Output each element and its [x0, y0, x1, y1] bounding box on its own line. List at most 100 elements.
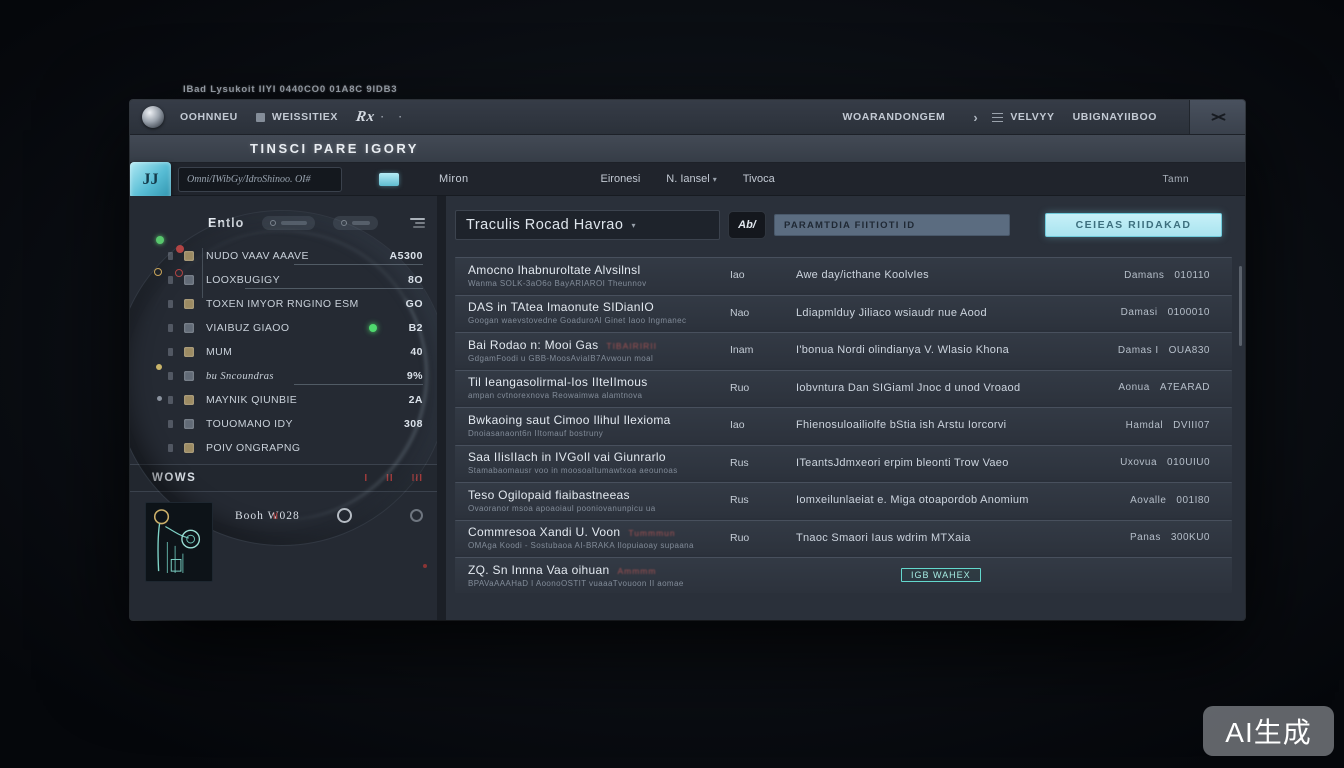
- row-desc: Tnaoc Smaori Iaus wdrim MTXaia: [796, 532, 971, 544]
- footer-label: WOWS: [152, 472, 196, 484]
- table-row[interactable]: Commresoa Xandi U. VoonTummmunOMAga Kood…: [455, 520, 1232, 556]
- title-strip: TINSCI PARE IGORY: [130, 135, 1245, 163]
- red-flag-icon: il: [273, 511, 278, 521]
- notification-dot-icon: [423, 564, 427, 568]
- circle-button-icon[interactable]: [410, 509, 423, 522]
- row-subtitle: ampan cvtnorexnova Reowaimwa alamtnova: [468, 391, 730, 400]
- scissors-button[interactable]: [1189, 100, 1245, 134]
- row-status: Damans: [1124, 270, 1164, 281]
- signature-icon[interactable]: Rx: [355, 109, 376, 126]
- circle-button-icon[interactable]: [337, 508, 352, 523]
- sketch-thumbnail[interactable]: [145, 502, 213, 582]
- toolbar-org-label[interactable]: UBIGNAYIIBOO: [1073, 111, 1157, 123]
- row-note: Tummmun: [628, 528, 675, 538]
- sidebar-item[interactable]: bu Sncoundras 9%: [130, 364, 437, 388]
- item-badge-icon: [184, 347, 194, 357]
- row-title: DAS in TAtea Imaonute SIDianIO: [468, 300, 654, 314]
- sidebar-item[interactable]: TOXEN IMYOR RNGINO ESM GO: [130, 292, 437, 316]
- item-prefix-icon: [168, 324, 173, 332]
- red-mark-icon[interactable]: I: [364, 473, 368, 484]
- item-prefix-icon: [168, 444, 173, 452]
- row-status: Damasi: [1121, 307, 1158, 318]
- item-value: GO: [406, 298, 423, 310]
- ellipsis-dots: · ·: [381, 112, 408, 123]
- filter-pill-two[interactable]: [333, 216, 378, 230]
- row-tag: Rus: [730, 457, 796, 469]
- row-note: TIBAIRIRII: [606, 341, 657, 351]
- item-prefix-icon: [168, 276, 173, 284]
- sidebar-footer: WOWS I II III: [130, 464, 437, 492]
- item-badge-icon: [184, 251, 194, 261]
- table-row[interactable]: Saa IIisIIach in IVGoIl vai GiunrarloSta…: [455, 445, 1232, 481]
- item-label: bu Sncoundras: [206, 371, 274, 382]
- row-badge[interactable]: IGB WAHEX: [901, 568, 981, 582]
- item-value: 9%: [407, 370, 423, 382]
- toolbar-right-label[interactable]: WOARANDONGEM: [843, 111, 946, 123]
- sidebar-item[interactable]: NUDO VAAV AAAVE A5300: [130, 244, 437, 268]
- item-label: MUM: [206, 346, 232, 358]
- filter-pill-one[interactable]: [262, 216, 315, 230]
- hamburger-icon[interactable]: [410, 218, 425, 228]
- row-code: A7EARAD: [1160, 382, 1210, 393]
- item-prefix-icon: [168, 420, 173, 428]
- red-mark-icon[interactable]: III: [412, 473, 423, 484]
- row-title: ZQ. Sn Innna Vaa oihuan: [468, 563, 609, 577]
- row-code: 010UIU0: [1167, 457, 1210, 468]
- green-dot-icon: [156, 236, 164, 244]
- table-row[interactable]: Teso Ogilopaid fiaibastneeasOvaoranor ms…: [455, 482, 1232, 518]
- toolbar-view-label[interactable]: VELVYY: [1010, 111, 1054, 123]
- item-value: 308: [404, 418, 423, 430]
- record-table: Amocno Ihabnuroltate AlvsilnslWanma SOLK…: [455, 257, 1232, 593]
- table-row[interactable]: ZQ. Sn Innna Vaa oihuanAmmmmBPAVaAAAHaD …: [455, 557, 1232, 593]
- tab-three[interactable]: Tivoca: [743, 173, 775, 185]
- sidebar-item[interactable]: VIAIBUZ GIAOO B2: [130, 316, 437, 340]
- table-row[interactable]: DAS in TAtea Imaonute SIDianIOGoogan wae…: [455, 295, 1232, 331]
- table-row[interactable]: Bai Rodao n: Mooi GasTIBAIRIRIIGdgamFood…: [455, 332, 1232, 368]
- filter-input[interactable]: [774, 214, 1010, 236]
- scrollbar-thumb[interactable]: [1239, 266, 1242, 346]
- row-subtitle: GdgamFoodi u GBB-MoosAviaIB7Avwoun moal: [468, 354, 730, 363]
- collection-dropdown[interactable]: Traculis Rocad Havrao ▾: [455, 210, 720, 240]
- tab-one[interactable]: Eironesi: [601, 173, 641, 185]
- vertical-divider: [437, 196, 446, 620]
- row-code: OUA830: [1169, 345, 1210, 356]
- scissors-icon: [1209, 110, 1227, 124]
- sidebar-item[interactable]: MUM 40: [130, 340, 437, 364]
- tool-button[interactable]: Ab/: [728, 211, 766, 239]
- search-input[interactable]: [178, 167, 342, 192]
- menu-item-b[interactable]: WEISSITIEX: [272, 111, 338, 123]
- sidebar-item[interactable]: LOOXBUGIGY 8O: [130, 268, 437, 292]
- row-title: Commresoa Xandi U. Voon: [468, 525, 620, 539]
- item-prefix-icon: [168, 396, 173, 404]
- row-tag: Ruo: [730, 532, 796, 544]
- chevron-right-icon[interactable]: ›: [973, 110, 978, 125]
- top-toolbar: OOHNNEU WEISSITIEX Rx · · WOARANDONGEM ›…: [130, 100, 1245, 135]
- red-mark-icon[interactable]: II: [386, 473, 394, 484]
- window-title: TINSCI PARE IGORY: [250, 141, 419, 156]
- row-status: Aonua: [1118, 382, 1149, 393]
- menu-item-a[interactable]: OOHNNEU: [180, 111, 238, 123]
- tab-two[interactable]: N. Iansel▾: [666, 173, 716, 185]
- row-note: Ammmm: [617, 566, 656, 576]
- mini-cyan-icon[interactable]: [379, 173, 399, 186]
- table-row[interactable]: Bwkaoing saut Cimoo Ilihul IlexiomaDnoia…: [455, 407, 1232, 443]
- sidebar-item[interactable]: TOUOMANO IDY 308: [130, 412, 437, 436]
- table-row[interactable]: Til Ieangasolirmal-Ios IIteIImous ampan c…: [455, 370, 1232, 406]
- sidebar-header-label: Entlo: [208, 216, 244, 230]
- item-badge-icon: [184, 299, 194, 309]
- cyan-app-tile-icon[interactable]: JJ: [130, 162, 171, 199]
- main-panel: Traculis Rocad Havrao ▾ Ab/ CEIEAS RIIDA…: [446, 196, 1245, 620]
- row-desc: Iobvntura Dan SIGiaml Jnoc d unod Vroaod: [796, 382, 1020, 394]
- item-badge-icon: [184, 371, 194, 381]
- sidebar-item[interactable]: MAYNIK QIUNBIE 2A: [130, 388, 437, 412]
- row-tag: Iao: [730, 419, 796, 431]
- row-desc: Ldiapmlduy Jiliaco wsiaudr nue Aood: [796, 307, 987, 319]
- primary-cta-button[interactable]: CEIEAS RIIDAKAD: [1045, 213, 1222, 237]
- item-value: B2: [409, 322, 423, 334]
- table-row[interactable]: Amocno Ihabnuroltate AlvsilnslWanma SOLK…: [455, 257, 1232, 293]
- item-label: MAYNIK QIUNBIE: [206, 394, 297, 406]
- item-badge-icon: [184, 323, 194, 333]
- sidebar-item[interactable]: POIV ONGRAPNG: [130, 436, 437, 460]
- caret-down-icon: ▾: [713, 175, 717, 184]
- row-title: Til Ieangasolirmal-Ios IIteIImous: [468, 375, 648, 389]
